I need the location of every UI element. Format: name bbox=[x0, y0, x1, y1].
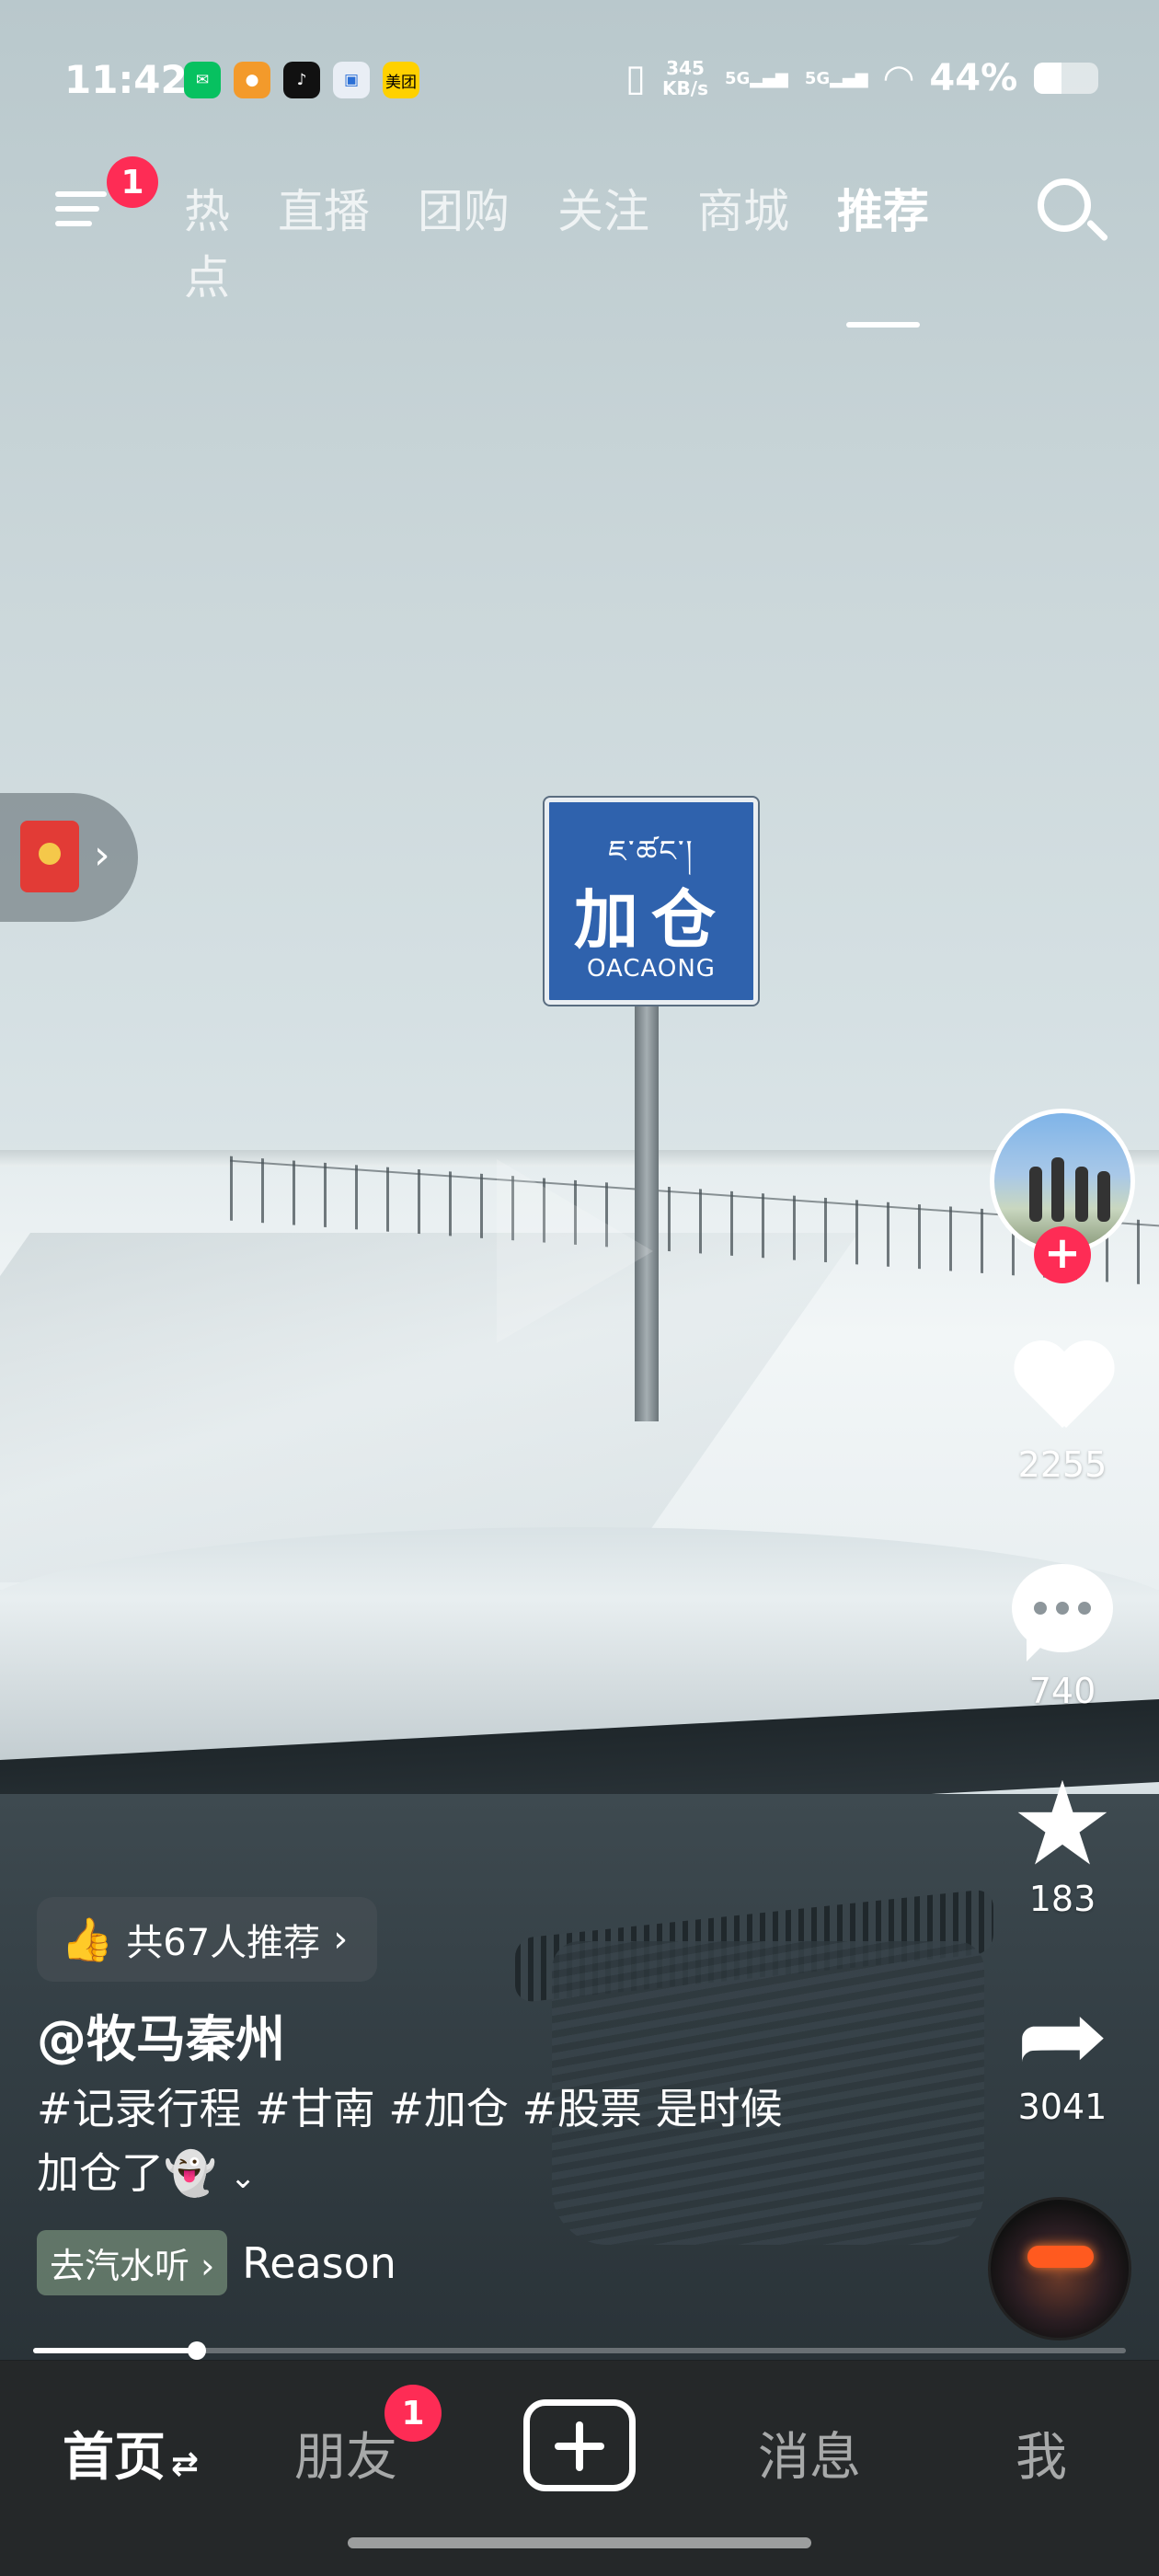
star-icon[interactable]: ★ bbox=[975, 1766, 1150, 1882]
recommend-text: 共67人推荐 bbox=[126, 1922, 321, 1964]
chevron-right-icon: › bbox=[333, 1918, 349, 1961]
tab-friends[interactable]: 朋友 1 bbox=[294, 2385, 442, 2490]
sign-pinyin-text: OACAONG bbox=[587, 955, 716, 983]
recommend-chip[interactable]: 👍 共67人推荐 › bbox=[37, 1897, 378, 1982]
battery-icon bbox=[1034, 63, 1099, 94]
comment-action[interactable]: 740 bbox=[975, 1564, 1150, 1711]
play-icon bbox=[497, 1159, 653, 1343]
vibrate-icon: ▯ bbox=[625, 57, 647, 99]
tiktok-icon: ♪ bbox=[283, 62, 320, 98]
like-action[interactable]: 2255 bbox=[975, 1343, 1150, 1485]
video-progress-bar[interactable] bbox=[33, 2341, 1126, 2360]
favorite-count: 183 bbox=[1028, 1879, 1096, 1919]
menu-icon[interactable]: 1 bbox=[55, 156, 158, 239]
wechat-icon: ✉ bbox=[184, 62, 221, 98]
tab-mall[interactable]: 商城 bbox=[697, 175, 789, 307]
chevron-right-icon: › bbox=[94, 832, 110, 879]
tab-messages[interactable]: 消息 bbox=[758, 2416, 861, 2490]
messages-icon: ▣ bbox=[333, 62, 370, 98]
notification-app-icons: ✉ ● ♪ ▣ 美团 bbox=[184, 62, 419, 98]
top-nav: 1 热点 直播 团购 关注 商城 推荐 bbox=[0, 156, 1159, 328]
tab-following[interactable]: 关注 bbox=[557, 175, 649, 307]
status-time: 11:42 bbox=[64, 57, 188, 102]
thumbs-up-icon: 👍 bbox=[61, 1914, 114, 1964]
road-sign: ཇ་ཚང་། 加仓 OACAONG bbox=[545, 798, 758, 1005]
wifi-icon: ◠ bbox=[884, 57, 913, 99]
tab-group-buy[interactable]: 团购 bbox=[418, 175, 510, 307]
comment-icon[interactable] bbox=[1012, 1564, 1113, 1662]
description-line-1: #记录行程 #甘南 #加仓 #股票 是时候 bbox=[37, 2084, 783, 2133]
chevron-down-icon[interactable]: ⌄ bbox=[230, 2159, 257, 2196]
create-button[interactable] bbox=[523, 2399, 636, 2491]
friends-badge: 1 bbox=[384, 2385, 442, 2442]
music-row[interactable]: 去汽水听 › Reason bbox=[37, 2230, 883, 2295]
author-name[interactable]: @牧马秦州 bbox=[37, 1998, 883, 2071]
share-icon[interactable]: ➦ bbox=[967, 1984, 1159, 2087]
sign-chinese-text: 加仓 bbox=[574, 882, 729, 958]
home-indicator[interactable] bbox=[348, 2537, 811, 2548]
signal-icon-sim2: 5G▂▄▆ bbox=[804, 68, 868, 88]
description-line-2: 加仓了👻 ⌄ bbox=[37, 2148, 257, 2198]
net-speed: 345 KB/s bbox=[662, 57, 708, 99]
music-name[interactable]: Reason bbox=[242, 2238, 396, 2288]
heart-icon[interactable] bbox=[1011, 1343, 1114, 1435]
author-avatar-block[interactable]: + bbox=[975, 1109, 1150, 1283]
tab-home[interactable]: 首页 ⇄ bbox=[63, 2416, 199, 2490]
music-app-tag[interactable]: 去汽水听 › bbox=[37, 2230, 228, 2295]
video-info: 👍 共67人推荐 › @牧马秦州 #记录行程 #甘南 #加仓 #股票 是时候 加… bbox=[37, 1897, 883, 2295]
share-action[interactable]: ➦ 3041 bbox=[975, 1984, 1150, 2127]
search-icon[interactable] bbox=[1038, 178, 1091, 232]
status-bar: 11:42 ✉ ● ♪ ▣ 美团 ▯ 345 KB/s 5G▂▄▆ 5G▂▄▆ ◠… bbox=[0, 0, 1159, 156]
swap-icon: ⇄ bbox=[171, 2445, 200, 2483]
meituan-icon: 美团 bbox=[383, 62, 419, 98]
video-description[interactable]: #记录行程 #甘南 #加仓 #股票 是时候 加仓了👻 ⌄ bbox=[37, 2076, 883, 2210]
tab-hot[interactable]: 热点 bbox=[156, 175, 230, 307]
tab-live[interactable]: 直播 bbox=[278, 175, 370, 307]
red-envelope-icon bbox=[20, 821, 79, 892]
signal-icon-sim1: 5G▂▄▆ bbox=[724, 68, 788, 88]
feed-tabs: 热点 直播 团购 关注 商城 推荐 bbox=[156, 175, 929, 328]
system-icons: ▯ 345 KB/s 5G▂▄▆ 5G▂▄▆ ◠ 44% bbox=[625, 57, 1099, 99]
like-count: 2255 bbox=[1017, 1444, 1107, 1485]
tab-me[interactable]: 我 bbox=[1016, 2416, 1067, 2490]
comment-count: 740 bbox=[1028, 1671, 1096, 1711]
red-packet-widget[interactable]: › bbox=[0, 793, 138, 922]
tab-recommend[interactable]: 推荐 bbox=[837, 175, 929, 328]
battery-percent: 44% bbox=[929, 57, 1018, 99]
progress-fill bbox=[33, 2348, 198, 2353]
music-disc-icon[interactable] bbox=[988, 2197, 1131, 2340]
follow-button[interactable]: + bbox=[1034, 1226, 1091, 1283]
favorite-action[interactable]: ★ 183 bbox=[975, 1766, 1150, 1920]
menu-badge: 1 bbox=[107, 156, 158, 208]
chat-icon: ● bbox=[234, 62, 270, 98]
